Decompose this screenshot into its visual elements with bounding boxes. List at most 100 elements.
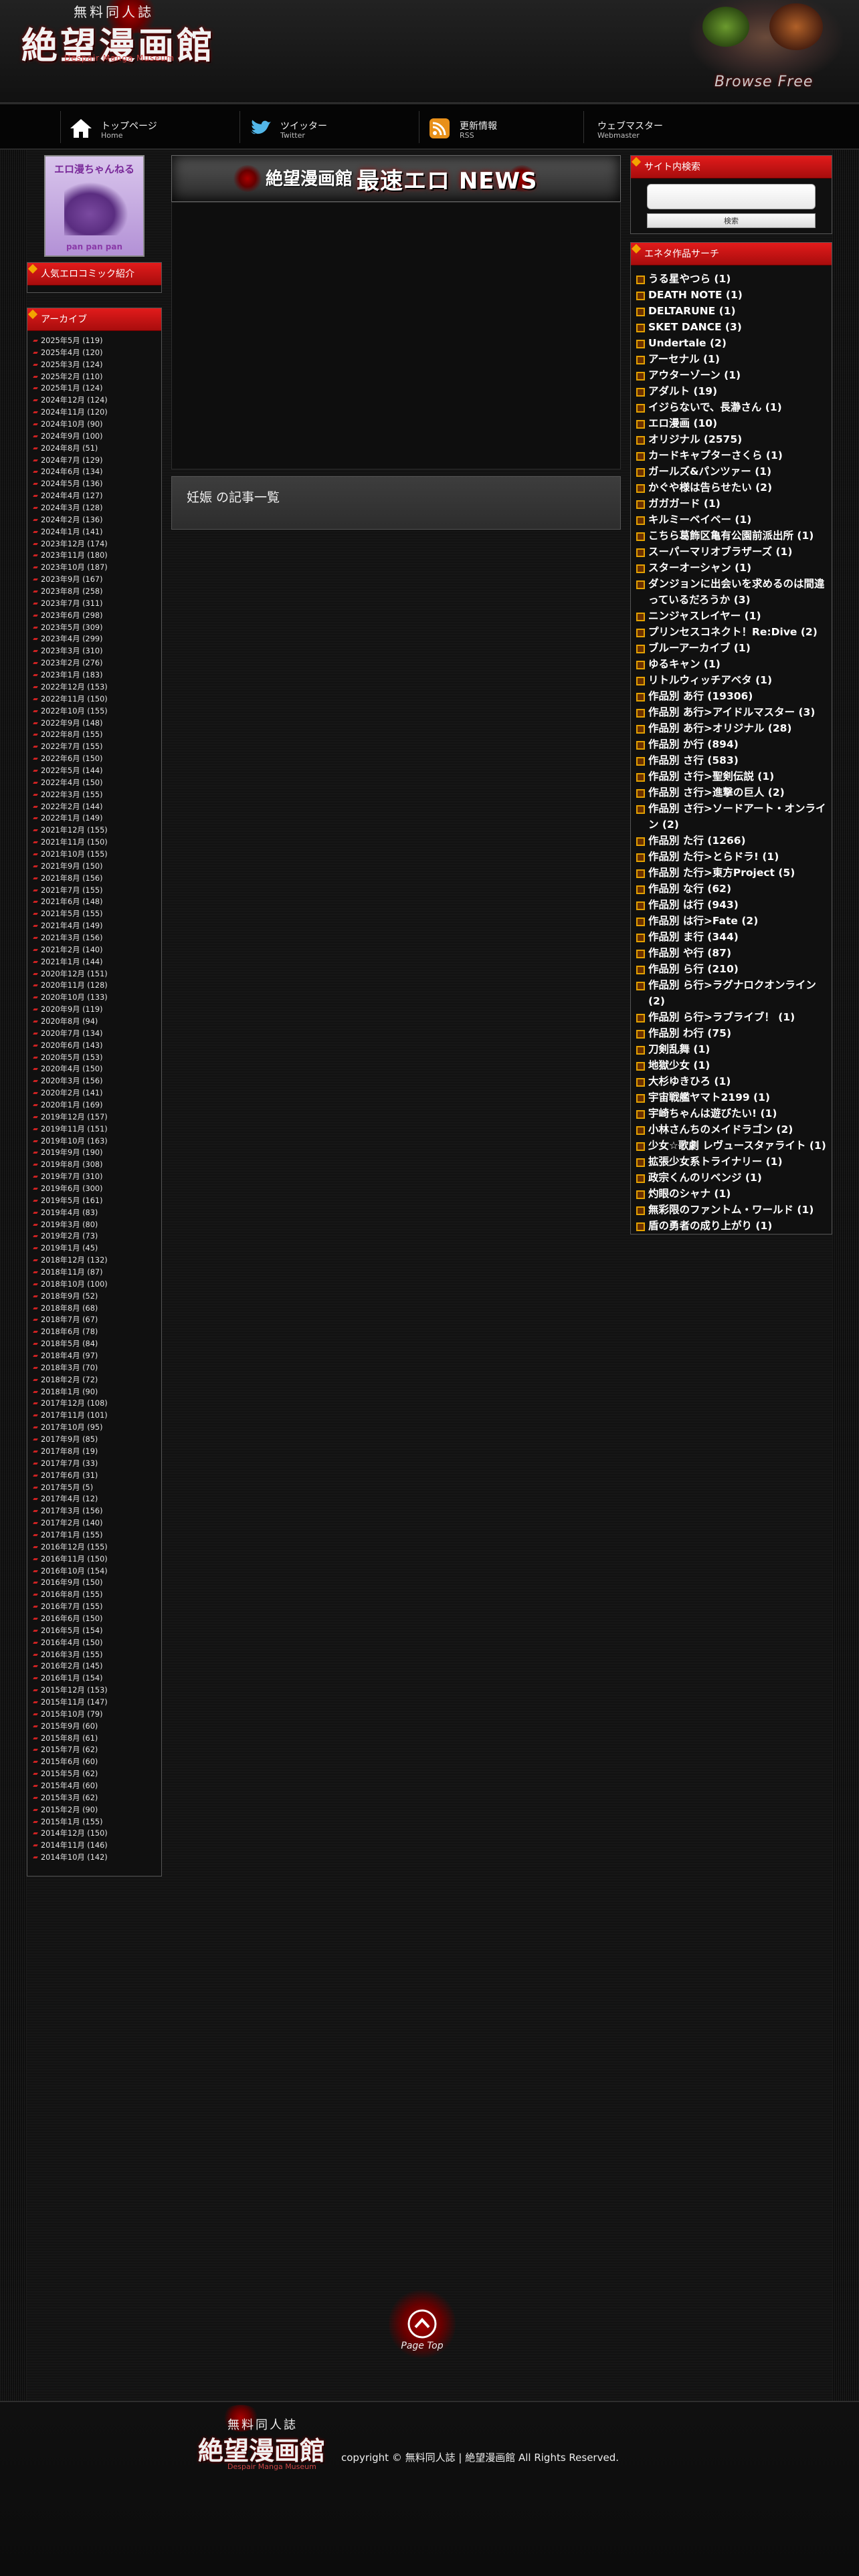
archive-item[interactable]: 2022年7月 (155) bbox=[33, 741, 156, 753]
archive-item[interactable]: 2023年7月 (311) bbox=[33, 598, 156, 610]
tag-item[interactable]: 作品別 た行>とらドラ! (1) bbox=[635, 849, 828, 865]
tag-item[interactable]: ガガガード (1) bbox=[635, 496, 828, 512]
archive-item[interactable]: 2024年4月 (127) bbox=[33, 490, 156, 502]
tag-item[interactable]: ゆるキャン (1) bbox=[635, 656, 828, 672]
archive-item[interactable]: 2017年6月 (31) bbox=[33, 1470, 156, 1482]
archive-item[interactable]: 2021年7月 (155) bbox=[33, 885, 156, 897]
archive-item[interactable]: 2022年2月 (144) bbox=[33, 801, 156, 813]
archive-item[interactable]: 2018年7月 (67) bbox=[33, 1314, 156, 1326]
archive-item[interactable]: 2024年3月 (128) bbox=[33, 502, 156, 514]
archive-item[interactable]: 2020年9月 (119) bbox=[33, 1004, 156, 1016]
archive-item[interactable]: 2021年11月 (150) bbox=[33, 837, 156, 849]
archive-item[interactable]: 2014年12月 (150) bbox=[33, 1828, 156, 1840]
archive-item[interactable]: 2018年3月 (70) bbox=[33, 1362, 156, 1374]
archive-item[interactable]: 2025年1月 (124) bbox=[33, 383, 156, 395]
archive-item[interactable]: 2022年6月 (150) bbox=[33, 753, 156, 765]
archive-item[interactable]: 2024年7月 (129) bbox=[33, 455, 156, 467]
tag-item[interactable]: ブルーアーカイブ (1) bbox=[635, 640, 828, 656]
tag-item[interactable]: 作品別 さ行>ソードアート・オンライン (2) bbox=[635, 800, 828, 833]
tag-item[interactable]: オリジナル (2575) bbox=[635, 431, 828, 447]
archive-item[interactable]: 2019年2月 (73) bbox=[33, 1230, 156, 1243]
archive-item[interactable]: 2025年3月 (124) bbox=[33, 359, 156, 371]
archive-item[interactable]: 2016年6月 (150) bbox=[33, 1613, 156, 1625]
archive-item[interactable]: 2020年1月 (169) bbox=[33, 1099, 156, 1111]
archive-item[interactable]: 2019年11月 (151) bbox=[33, 1123, 156, 1136]
footer-logo[interactable]: 無料同人誌 絶望漫画館 Despair Manga Museum bbox=[194, 2416, 341, 2482]
archive-item[interactable]: 2020年3月 (156) bbox=[33, 1075, 156, 1087]
archive-item[interactable]: 2019年9月 (190) bbox=[33, 1147, 156, 1159]
archive-item[interactable]: 2017年8月 (19) bbox=[33, 1446, 156, 1458]
tag-item[interactable]: エロ漫画 (10) bbox=[635, 415, 828, 431]
archive-item[interactable]: 2015年11月 (147) bbox=[33, 1697, 156, 1709]
archive-item[interactable]: 2025年2月 (110) bbox=[33, 371, 156, 383]
archive-item[interactable]: 2022年9月 (148) bbox=[33, 718, 156, 730]
archive-item[interactable]: 2022年4月 (150) bbox=[33, 777, 156, 789]
archive-item[interactable]: 2022年5月 (144) bbox=[33, 765, 156, 777]
site-logo[interactable]: 無料同人誌 絶望漫画館 Despair Manga Museum bbox=[0, 0, 227, 74]
tag-item[interactable]: かぐや様は告らせたい (2) bbox=[635, 479, 828, 496]
archive-item[interactable]: 2023年4月 (299) bbox=[33, 633, 156, 645]
tag-item[interactable]: うる星やつら (1) bbox=[635, 271, 828, 287]
archive-item[interactable]: 2017年1月 (155) bbox=[33, 1529, 156, 1541]
archive-item[interactable]: 2015年3月 (62) bbox=[33, 1792, 156, 1804]
archive-item[interactable]: 2017年10月 (95) bbox=[33, 1422, 156, 1434]
archive-item[interactable]: 2016年2月 (145) bbox=[33, 1660, 156, 1673]
archive-item[interactable]: 2016年1月 (154) bbox=[33, 1673, 156, 1685]
tag-item[interactable]: キルミーベイベー (1) bbox=[635, 512, 828, 528]
archive-item[interactable]: 2017年9月 (85) bbox=[33, 1434, 156, 1446]
archive-item[interactable]: 2019年7月 (310) bbox=[33, 1171, 156, 1183]
archive-item[interactable]: 2024年6月 (134) bbox=[33, 466, 156, 478]
archive-item[interactable]: 2017年5月 (5) bbox=[33, 1482, 156, 1494]
archive-item[interactable]: 2019年3月 (80) bbox=[33, 1219, 156, 1231]
archive-item[interactable]: 2023年3月 (310) bbox=[33, 645, 156, 657]
archive-item[interactable]: 2015年7月 (62) bbox=[33, 1744, 156, 1756]
archive-item[interactable]: 2021年1月 (144) bbox=[33, 956, 156, 968]
archive-item[interactable]: 2019年8月 (308) bbox=[33, 1159, 156, 1171]
archive-item[interactable]: 2015年5月 (62) bbox=[33, 1768, 156, 1780]
archive-item[interactable]: 2016年12月 (155) bbox=[33, 1541, 156, 1553]
archive-item[interactable]: 2018年8月 (68) bbox=[33, 1303, 156, 1315]
archive-item[interactable]: 2025年4月 (120) bbox=[33, 347, 156, 359]
archive-item[interactable]: 2020年10月 (133) bbox=[33, 992, 156, 1004]
archive-item[interactable]: 2024年9月 (100) bbox=[33, 431, 156, 443]
tag-item[interactable]: 作品別 さ行>聖剣伝説 (1) bbox=[635, 768, 828, 784]
archive-item[interactable]: 2021年2月 (140) bbox=[33, 944, 156, 956]
archive-item[interactable]: 2023年6月 (298) bbox=[33, 610, 156, 622]
tag-item[interactable]: 作品別 わ行 (75) bbox=[635, 1025, 828, 1041]
archive-item[interactable]: 2018年9月 (52) bbox=[33, 1291, 156, 1303]
tag-item[interactable]: 作品別 ま行 (344) bbox=[635, 929, 828, 945]
archive-item[interactable]: 2023年10月 (187) bbox=[33, 562, 156, 574]
archive-item[interactable]: 2020年12月 (151) bbox=[33, 968, 156, 980]
archive-item[interactable]: 2017年3月 (156) bbox=[33, 1505, 156, 1517]
tag-item[interactable]: 作品別 あ行>オリジナル (28) bbox=[635, 720, 828, 736]
tag-item[interactable]: 作品別 さ行>進撃の巨人 (2) bbox=[635, 784, 828, 800]
archive-item[interactable]: 2020年8月 (94) bbox=[33, 1016, 156, 1028]
archive-item[interactable]: 2024年2月 (136) bbox=[33, 514, 156, 526]
archive-item[interactable]: 2022年11月 (150) bbox=[33, 693, 156, 706]
archive-item[interactable]: 2019年4月 (83) bbox=[33, 1207, 156, 1219]
archive-item[interactable]: 2023年8月 (258) bbox=[33, 586, 156, 598]
tag-item[interactable]: 地獄少女 (1) bbox=[635, 1057, 828, 1073]
tag-item[interactable]: Undertale (2) bbox=[635, 335, 828, 351]
tag-item[interactable]: こちら葛飾区亀有公園前派出所 (1) bbox=[635, 528, 828, 544]
tag-item[interactable]: ガールズ&パンツァー (1) bbox=[635, 463, 828, 479]
archive-item[interactable]: 2015年6月 (60) bbox=[33, 1756, 156, 1768]
tag-item[interactable]: 灼眼のシャナ (1) bbox=[635, 1186, 828, 1202]
archive-item[interactable]: 2015年9月 (60) bbox=[33, 1721, 156, 1733]
tag-item[interactable]: イジらないで、長瀞さん (1) bbox=[635, 399, 828, 415]
tag-item[interactable]: 作品別 た行>東方Project (5) bbox=[635, 865, 828, 881]
archive-item[interactable]: 2017年12月 (108) bbox=[33, 1398, 156, 1410]
tag-item[interactable]: アーセナル (1) bbox=[635, 351, 828, 367]
archive-item[interactable]: 2018年6月 (78) bbox=[33, 1326, 156, 1338]
tag-item[interactable]: 少女☆歌劇 レヴュースタァライト (1) bbox=[635, 1138, 828, 1154]
archive-item[interactable]: 2016年10月 (154) bbox=[33, 1566, 156, 1578]
tag-item[interactable]: 作品別 は行>Fate (2) bbox=[635, 913, 828, 929]
archive-item[interactable]: 2021年3月 (156) bbox=[33, 932, 156, 944]
archive-item[interactable]: 2022年12月 (153) bbox=[33, 681, 156, 693]
tag-item[interactable]: アダルト (19) bbox=[635, 383, 828, 399]
archive-item[interactable]: 2018年5月 (84) bbox=[33, 1338, 156, 1350]
archive-item[interactable]: 2016年9月 (150) bbox=[33, 1577, 156, 1589]
archive-item[interactable]: 2022年8月 (155) bbox=[33, 729, 156, 741]
archive-item[interactable]: 2024年8月 (51) bbox=[33, 443, 156, 455]
archive-item[interactable]: 2022年10月 (155) bbox=[33, 706, 156, 718]
